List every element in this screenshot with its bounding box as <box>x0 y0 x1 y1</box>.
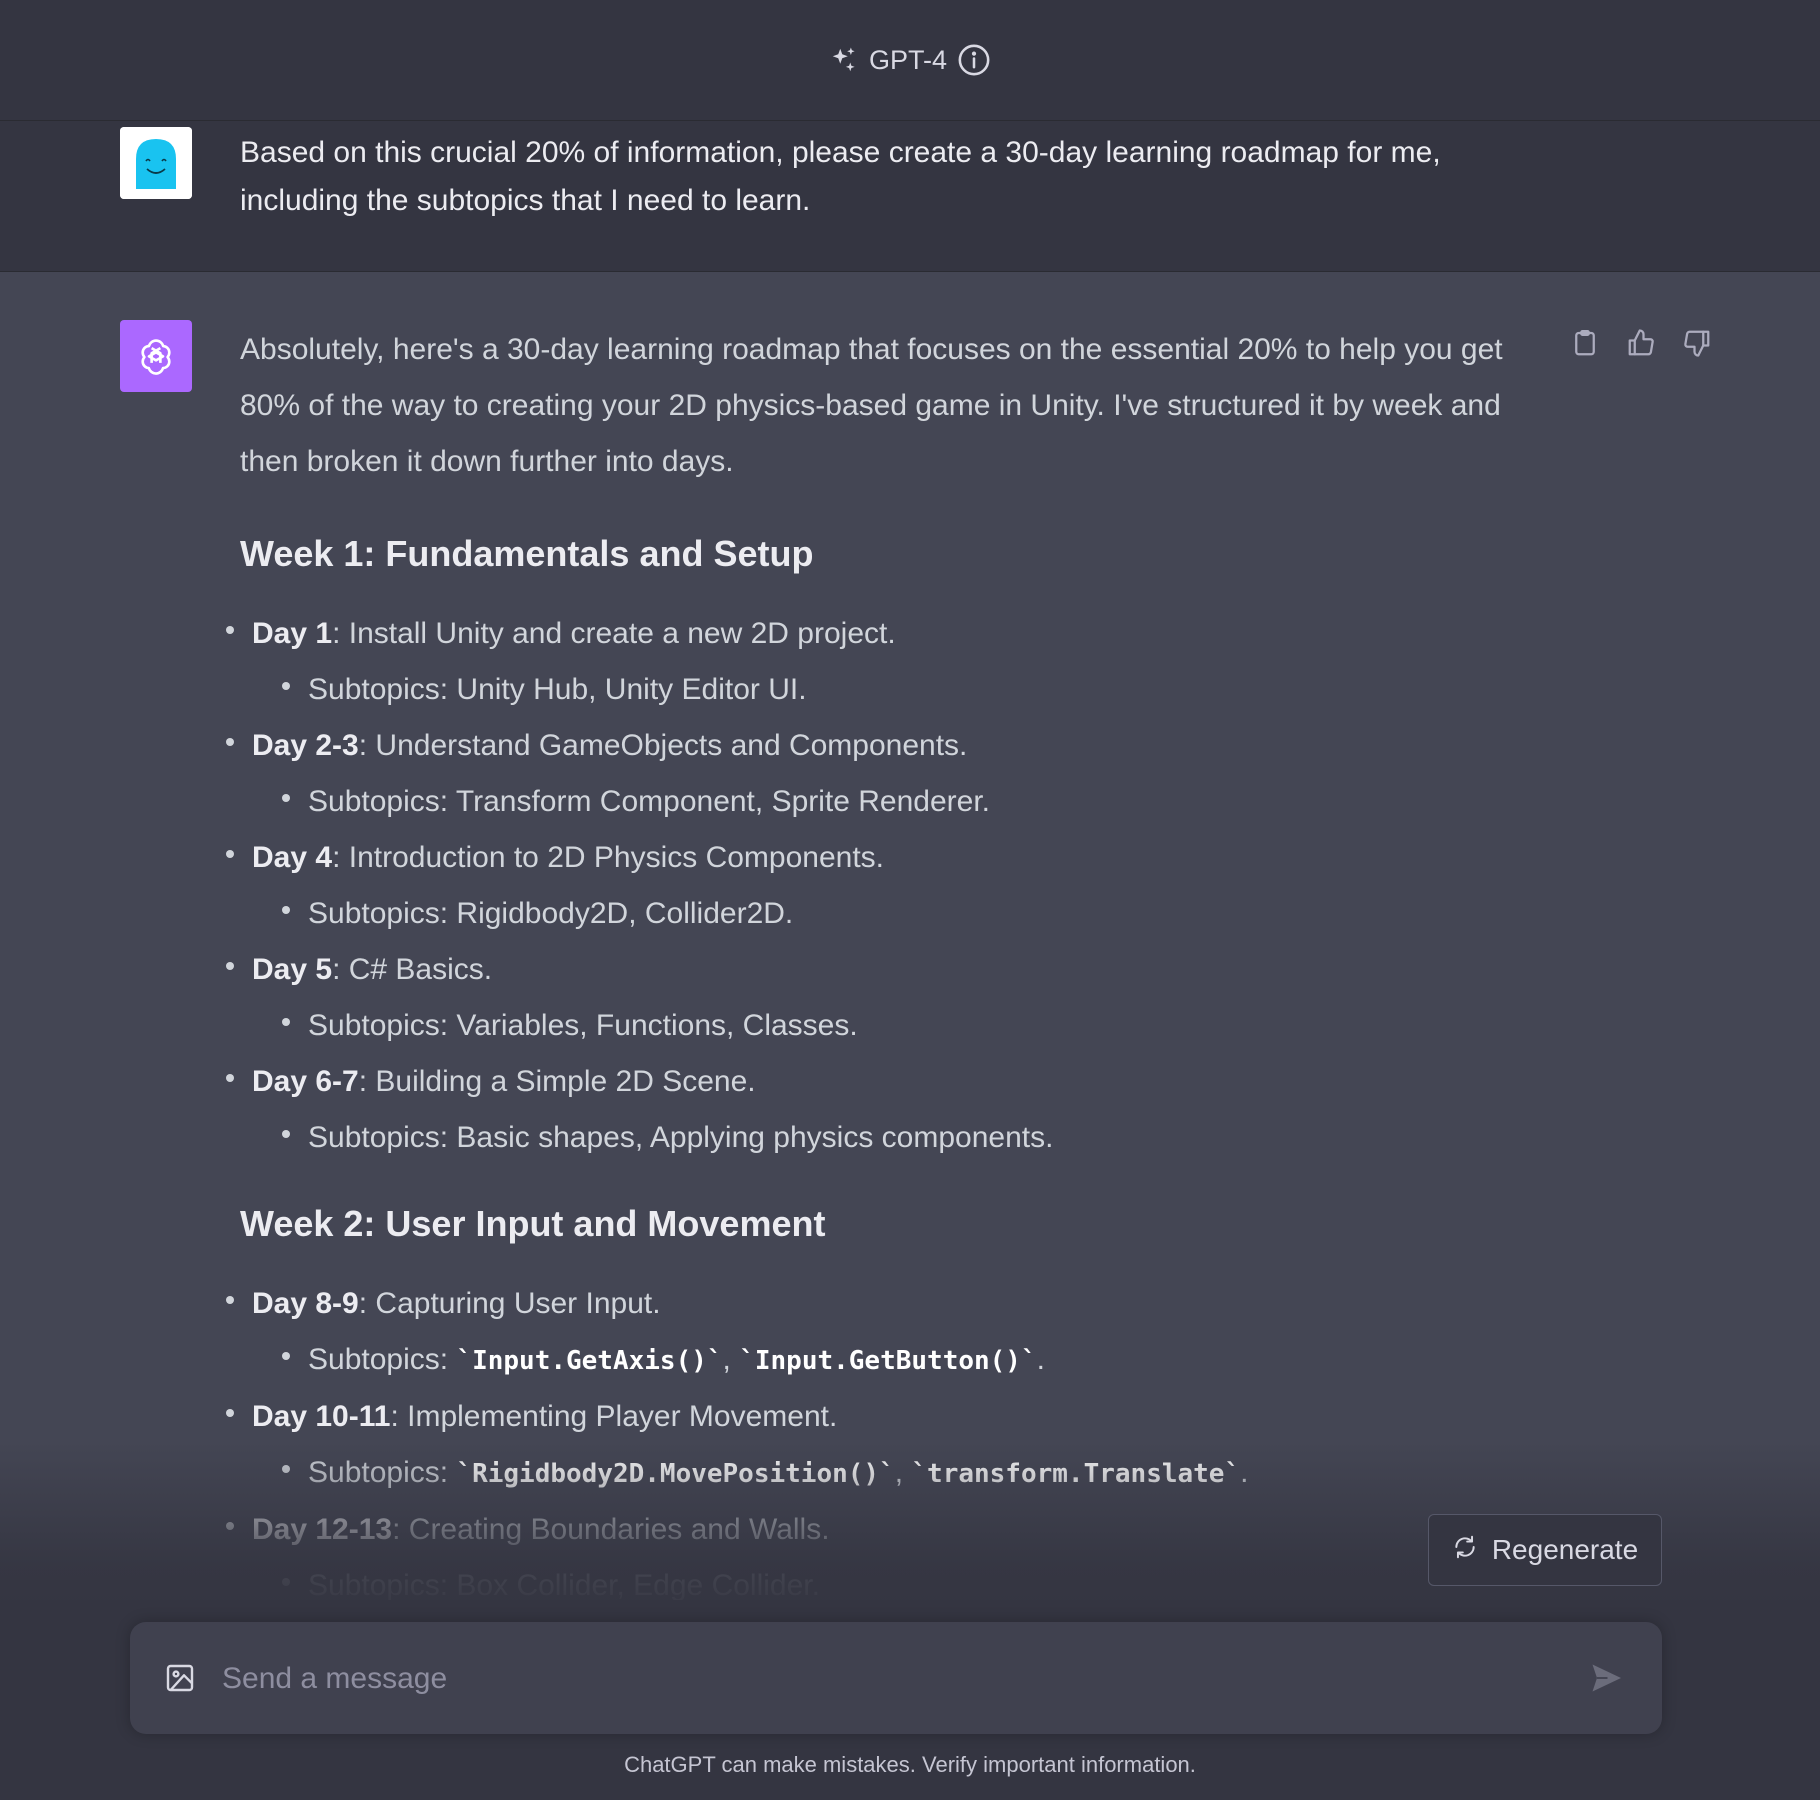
message-actions <box>1570 328 1712 358</box>
week-2-heading: Week 2: User Input and Movement <box>240 1203 826 1244</box>
subtopic-text: Transform Component, Sprite Renderer. <box>455 785 991 818</box>
subtopic-text: Variables, Functions, Classes. <box>456 1009 858 1042</box>
user-message-row: Based on this crucial 20% of information… <box>0 121 1820 272</box>
week-1-list: Day 1: Install Unity and create a new 2D… <box>226 606 1540 1166</box>
disclaimer-text: ChatGPT can make mistakes. Verify import… <box>624 1752 1196 1777</box>
subtopic-item: Subtopics: Unity Hub, Unity Editor UI. <box>252 662 1540 718</box>
subtopic-prefix: Subtopics: <box>308 1343 457 1376</box>
day-label: Day 12-13 <box>252 1513 393 1546</box>
subtopic-item: Subtopics: Transform Component, Sprite R… <box>252 774 1540 830</box>
subtopic-text: Box Collider, Edge Collider. <box>456 1569 820 1602</box>
inline-code: `Input.GetButton()` <box>739 1346 1037 1376</box>
subtopic-prefix: Subtopics: <box>308 1121 457 1154</box>
day-text: : Understand GameObjects and Components. <box>358 729 968 762</box>
subtopic-item: Subtopics: `Input.GetAxis()`, `Input.Get… <box>252 1332 1540 1389</box>
week-1-heading: Week 1: Fundamentals and Setup <box>240 533 814 574</box>
copy-icon[interactable] <box>1570 328 1600 358</box>
list-item: Day 10-11: Implementing Player Movement.… <box>226 1389 1540 1502</box>
day-text: : Creating Boundaries and Walls. <box>392 1513 830 1546</box>
user-avatar <box>120 127 192 199</box>
list-item: Day 1: Install Unity and create a new 2D… <box>226 606 1540 718</box>
subtopic-prefix: Subtopics: <box>308 785 456 818</box>
inline-code: `Rigidbody2D.MovePosition()` <box>456 1459 895 1489</box>
period: . <box>1240 1456 1249 1489</box>
day-label: Day 2-3 <box>252 729 359 762</box>
subtopic-prefix: Subtopics: <box>308 897 457 930</box>
day-label: Day 4 <box>252 841 333 874</box>
separator: , <box>894 1456 912 1489</box>
regenerate-label: Regenerate <box>1491 1534 1639 1565</box>
send-icon[interactable] <box>1588 1660 1624 1701</box>
inline-code: `Input.GetAxis()` <box>456 1346 723 1376</box>
subtopic-prefix: Subtopics: <box>308 673 457 706</box>
day-text: : Introduction to 2D Physics Components. <box>332 841 885 874</box>
assistant-intro: Absolutely, here's a 30-day learning roa… <box>240 333 1503 478</box>
subtopic-item: Subtopics: Basic shapes, Applying physic… <box>252 1110 1540 1166</box>
day-label: Day 5 <box>252 953 333 986</box>
inline-code: `transform.Translate` <box>911 1459 1241 1489</box>
week-2-list: Day 8-9: Capturing User Input. Subtopics… <box>226 1276 1540 1614</box>
subtopic-prefix: Subtopics: <box>308 1569 457 1602</box>
day-text: : Install Unity and create a new 2D proj… <box>332 617 896 650</box>
period: . <box>1036 1343 1045 1376</box>
day-label: Day 1 <box>252 617 333 650</box>
subtopic-text: Rigidbody2D, Collider2D. <box>456 897 794 930</box>
subtopic-item: Subtopics: Rigidbody2D, Collider2D. <box>252 886 1540 942</box>
model-name[interactable]: GPT-4 <box>869 45 947 76</box>
list-item: Day 2-3: Understand GameObjects and Comp… <box>226 718 1540 830</box>
list-item: Day 8-9: Capturing User Input. Subtopics… <box>226 1276 1540 1389</box>
sparkle-icon <box>829 45 859 75</box>
thumbs-down-icon[interactable] <box>1682 328 1712 358</box>
image-icon[interactable] <box>164 1662 196 1699</box>
subtopic-prefix: Subtopics: <box>308 1009 457 1042</box>
list-item: Day 5: C# Basics. Subtopics: Variables, … <box>226 942 1540 1054</box>
day-text: : Capturing User Input. <box>358 1287 661 1320</box>
subtopic-text: Unity Hub, Unity Editor UI. <box>456 673 807 706</box>
regenerate-button[interactable]: Regenerate <box>1428 1514 1662 1586</box>
thumbs-up-icon[interactable] <box>1626 328 1656 358</box>
day-text: : Implementing Player Movement. <box>390 1400 838 1433</box>
list-item: Day 12-13: Creating Boundaries and Walls… <box>226 1502 1540 1614</box>
message-input[interactable] <box>220 1648 1524 1710</box>
list-item: Day 4: Introduction to 2D Physics Compon… <box>226 830 1540 942</box>
chatgpt-avatar <box>120 320 192 392</box>
info-icon[interactable] <box>957 43 991 77</box>
day-text: : C# Basics. <box>332 953 493 986</box>
separator: , <box>722 1343 740 1376</box>
day-label: Day 8-9 <box>252 1287 359 1320</box>
user-message-text: Based on this crucial 20% of information… <box>240 136 1441 217</box>
subtopic-item: Subtopics: Variables, Functions, Classes… <box>252 998 1540 1054</box>
subtopic-text: Basic shapes, Applying physics component… <box>456 1121 1054 1154</box>
day-text: : Building a Simple 2D Scene. <box>358 1065 756 1098</box>
day-label: Day 10-11 <box>252 1400 391 1433</box>
subtopic-prefix: Subtopics: <box>308 1456 457 1489</box>
day-label: Day 6-7 <box>252 1065 359 1098</box>
model-header: GPT-4 <box>0 0 1820 121</box>
subtopic-item: Subtopics: `Rigidbody2D.MovePosition()`,… <box>252 1445 1540 1502</box>
list-item: Day 6-7: Building a Simple 2D Scene. Sub… <box>226 1054 1540 1166</box>
assistant-message-row: Absolutely, here's a 30-day learning roa… <box>0 272 1820 1622</box>
refresh-icon <box>1452 1534 1478 1567</box>
assistant-message-content: Absolutely, here's a 30-day learning roa… <box>226 322 1540 1650</box>
message-composer <box>130 1622 1662 1734</box>
